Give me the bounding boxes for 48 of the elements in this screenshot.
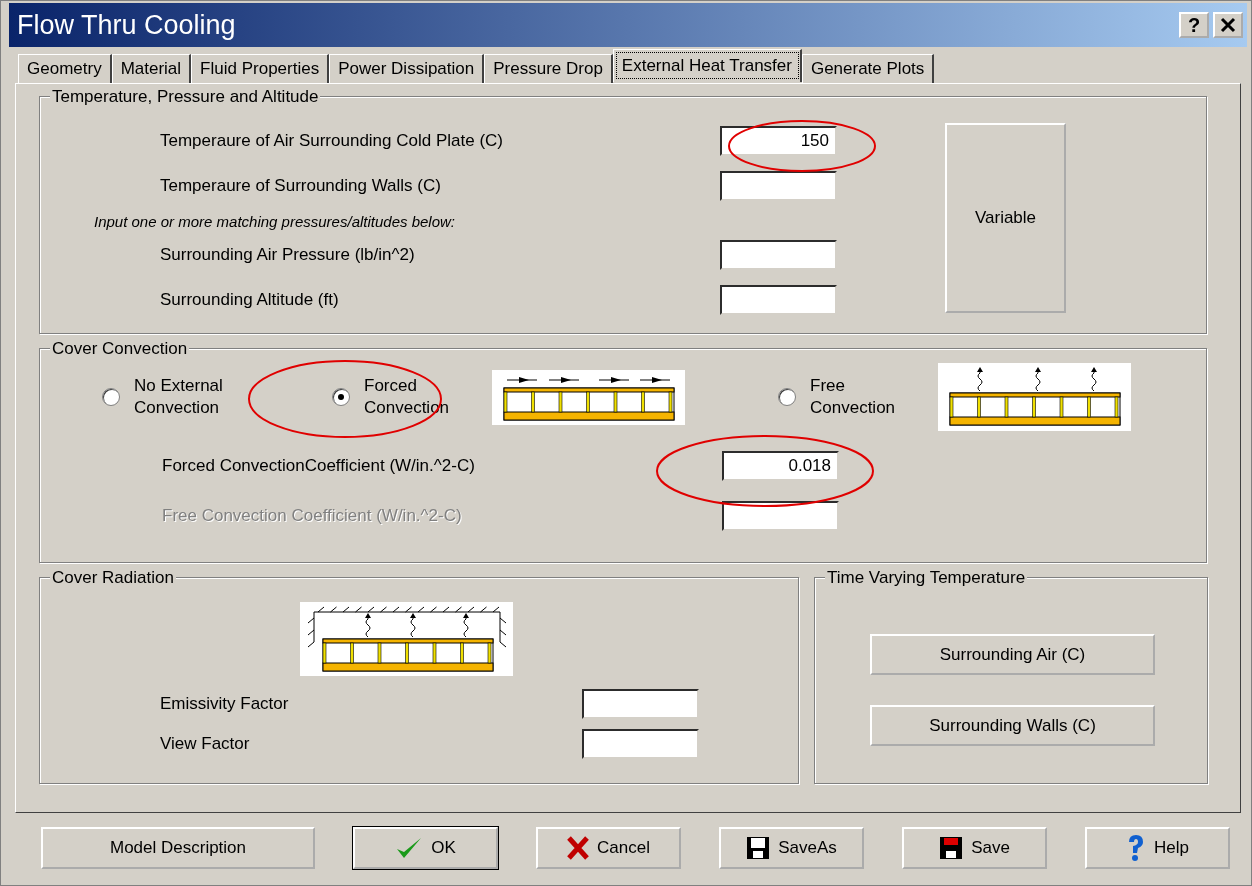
field-label: Temperaure of Surrounding Walls (C)	[160, 176, 442, 196]
dialog-button[interactable]: SaveAs	[719, 827, 864, 869]
radio-button[interactable]	[332, 388, 350, 406]
field-label: View Factor	[160, 734, 251, 754]
dialog-button[interactable]: Help	[1085, 827, 1230, 869]
question-icon	[1126, 834, 1146, 862]
radio-button[interactable]	[778, 388, 796, 406]
surrounding-button[interactable]: Surrounding Walls (C)	[870, 705, 1155, 746]
tab[interactable]: Fluid Properties	[191, 54, 330, 83]
variable-button[interactable]: Variable	[945, 123, 1066, 313]
dialog-button[interactable]: OK	[353, 827, 498, 869]
input-field[interactable]	[720, 240, 837, 270]
window-title: Flow Thru Cooling	[17, 9, 237, 41]
field-label: Forced ConvectionCoefficient (W/in.^2-C)	[162, 456, 476, 476]
tab[interactable]: Generate Plots	[801, 54, 935, 83]
radio-option[interactable]: Free Convection	[778, 363, 938, 431]
floppy-icon	[746, 836, 771, 860]
input-field[interactable]	[582, 689, 699, 719]
input-field[interactable]	[720, 171, 837, 201]
tab[interactable]: Pressure Drop	[484, 54, 613, 83]
radio-option[interactable]: No External Convection	[102, 375, 332, 419]
field-label: Surrounding Altitude (ft)	[160, 290, 340, 310]
input-field[interactable]	[720, 285, 837, 315]
close-icon	[1220, 17, 1236, 33]
field-label: Temperaure of Air Surrounding Cold Plate (C)	[160, 131, 504, 151]
dialog-button[interactable]: Save	[902, 827, 1047, 869]
input-field[interactable]	[582, 729, 699, 759]
field-label: Surrounding Air Pressure (lb/in^2)	[160, 245, 416, 265]
tab[interactable]: Power Dissipation	[329, 54, 485, 83]
x-icon	[567, 836, 590, 860]
input-field[interactable]: 150	[720, 126, 837, 156]
field-label: Free Convection Coefficient (W/in.^2-C)	[162, 506, 463, 526]
surrounding-button[interactable]: Surrounding Air (C)	[870, 634, 1155, 675]
tab[interactable]: Material	[111, 54, 192, 83]
field-label: Emissivity Factor	[160, 694, 290, 714]
tab[interactable]: Geometry	[18, 54, 112, 83]
note-text: Input one or more matching pressures/altitudes below:	[94, 212, 456, 230]
dialog-button[interactable]: Cancel	[536, 827, 681, 869]
check-icon	[395, 836, 424, 860]
group-title: Temperature, Pressure and Altitude	[50, 87, 321, 107]
help-button[interactable]: ?	[1179, 12, 1209, 38]
tab[interactable]: External Heat Transfer	[612, 49, 802, 82]
group-title: Time Varying Temperature	[825, 568, 1028, 588]
input-field[interactable]: 0.018	[722, 451, 839, 481]
close-button[interactable]	[1213, 12, 1243, 38]
radio-button[interactable]	[102, 388, 120, 406]
dialog-button[interactable]: Model Description	[41, 827, 315, 869]
floppy-icon	[939, 836, 964, 860]
